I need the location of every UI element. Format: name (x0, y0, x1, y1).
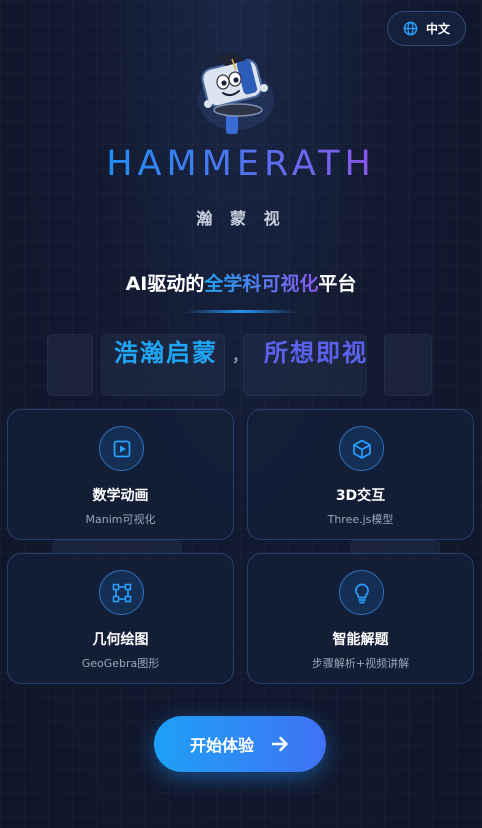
feature-card-geometry[interactable]: 几何绘图 GeoGebra图形 (7, 553, 234, 684)
feature-title: 3D交互 (335, 488, 386, 504)
mascot-logo (198, 52, 274, 134)
feature-title: 智能解题 (332, 632, 389, 648)
language-switch-button[interactable]: 中文 (387, 11, 466, 46)
motto: 浩瀚启蒙 ， 所想即视 (0, 333, 482, 368)
geometry-square-icon (99, 570, 144, 615)
tagline-underline (186, 310, 296, 313)
feature-subtitle: GeoGebra图形 (81, 657, 160, 670)
arrow-right-icon (271, 736, 288, 752)
feature-subtitle: 步骤解析+视频讲解 (311, 657, 410, 670)
motto-part1: 浩瀚启蒙 (113, 339, 218, 367)
cube-icon (339, 426, 384, 471)
tagline-suffix: 平台 (318, 273, 357, 295)
tagline: AI驱动的全学科可视化平台 (0, 269, 482, 296)
language-label: 中文 (425, 22, 450, 36)
lightbulb-icon (339, 570, 384, 615)
feature-title: 几何绘图 (92, 632, 149, 648)
preview-thumb (52, 540, 182, 554)
play-square-icon (99, 426, 144, 471)
brand-name: HAMMERATH (106, 144, 376, 184)
feature-subtitle: Three.js模型 (327, 513, 394, 526)
feature-card-smart-solving[interactable]: 智能解题 步骤解析+视频讲解 (247, 553, 474, 684)
tagline-prefix: AI驱动的 (125, 273, 205, 295)
motto-separator: ， (231, 346, 250, 365)
feature-title: 数学动画 (92, 488, 149, 504)
start-button-label: 开始体验 (189, 736, 254, 755)
preview-thumb (350, 540, 440, 554)
brand-chinese-name: 瀚 蒙 视 (196, 209, 286, 228)
start-experience-button[interactable]: 开始体验 (154, 716, 326, 772)
feature-card-math-animation[interactable]: 数学动画 Manim可视化 (7, 409, 234, 540)
tagline-highlight: 全学科可视化 (204, 273, 319, 295)
globe-icon (403, 21, 418, 36)
feature-subtitle: Manim可视化 (85, 513, 156, 526)
motto-part2: 所想即视 (264, 339, 368, 367)
feature-card-3d-interaction[interactable]: 3D交互 Three.js模型 (247, 409, 474, 540)
